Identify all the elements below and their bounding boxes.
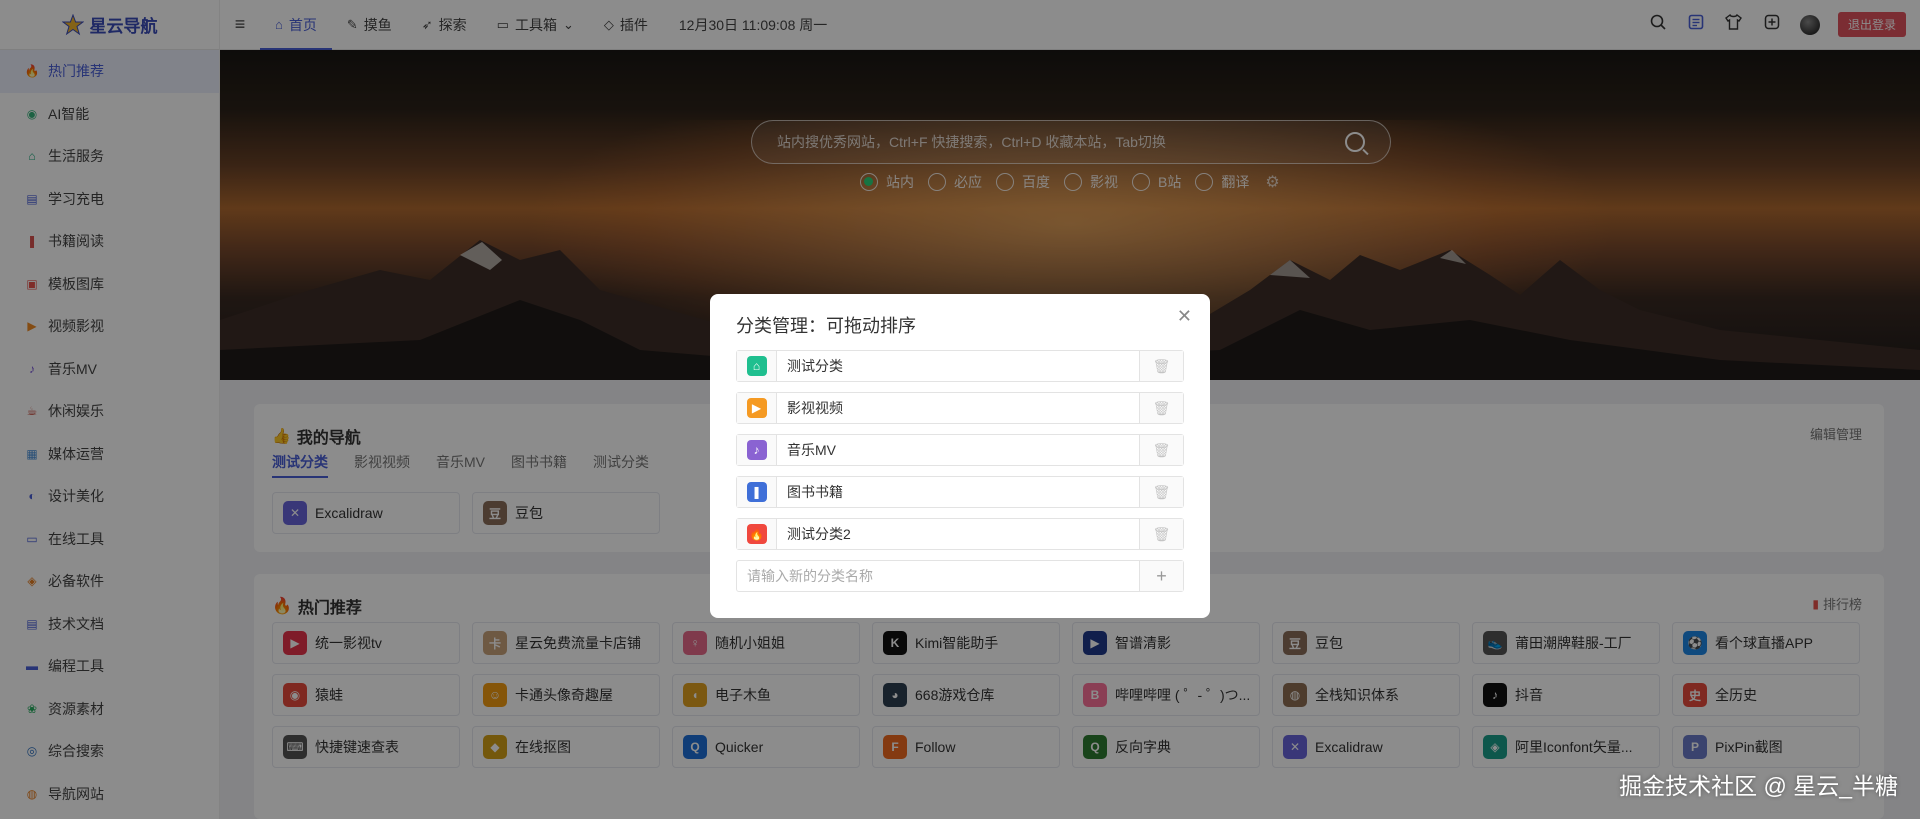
book-icon: ❚ <box>746 482 767 502</box>
dialog-title: 分类管理：可拖动排序 <box>736 316 916 336</box>
add-category-button[interactable]: + <box>1139 561 1183 591</box>
category-row[interactable]: ⌂ 测试分类 🗑 <box>736 350 1184 382</box>
fire-icon: 🔥 <box>746 524 767 544</box>
category-name[interactable]: 图书书籍 <box>777 477 1139 507</box>
category-manager-dialog: 分类管理：可拖动排序 ✕ ⌂ 测试分类 🗑 ▶ 影视视频 🗑 ♪ 音乐MV 🗑 ❚ 图书书籍 🗑 🔥 测试… <box>710 294 1210 618</box>
delete-category-button[interactable]: 🗑 <box>1139 351 1183 381</box>
category-name[interactable]: 测试分类2 <box>777 519 1139 549</box>
trash-icon: 🗑 <box>1152 357 1171 374</box>
film-icon: ▶ <box>746 398 767 418</box>
category-row[interactable]: ♪ 音乐MV 🗑 <box>736 434 1184 466</box>
trash-icon: 🗑 <box>1152 441 1171 458</box>
category-name[interactable]: 影视视频 <box>777 393 1139 423</box>
category-icon-box: ❚ <box>737 477 777 507</box>
trash-icon: 🗑 <box>1152 399 1171 416</box>
close-icon[interactable]: ✕ <box>1177 306 1192 327</box>
category-icon-box: 🔥 <box>737 519 777 549</box>
house-icon: ⌂ <box>746 356 767 376</box>
new-category-input[interactable] <box>737 561 1139 591</box>
category-icon-box: ▶ <box>737 393 777 423</box>
category-icon-box: ⌂ <box>737 351 777 381</box>
delete-category-button[interactable]: 🗑 <box>1139 393 1183 423</box>
trash-icon: 🗑 <box>1152 525 1171 542</box>
delete-category-button[interactable]: 🗑 <box>1139 435 1183 465</box>
category-icon-box: ♪ <box>737 435 777 465</box>
category-row[interactable]: 🔥 测试分类2 🗑 <box>736 518 1184 550</box>
plus-icon: + <box>1156 565 1167 586</box>
category-name[interactable]: 音乐MV <box>777 435 1139 465</box>
music-note-icon: ♪ <box>746 440 767 460</box>
trash-icon: 🗑 <box>1152 483 1171 500</box>
category-list: ⌂ 测试分类 🗑 ▶ 影视视频 🗑 ♪ 音乐MV 🗑 ❚ 图书书籍 🗑 🔥 测试分类2 🗑 + <box>736 350 1184 592</box>
delete-category-button[interactable]: 🗑 <box>1139 477 1183 507</box>
category-row[interactable]: ❚ 图书书籍 🗑 <box>736 476 1184 508</box>
category-row[interactable]: ▶ 影视视频 🗑 <box>736 392 1184 424</box>
delete-category-button[interactable]: 🗑 <box>1139 519 1183 549</box>
new-category-row: + <box>736 560 1184 592</box>
category-name[interactable]: 测试分类 <box>777 351 1139 381</box>
watermark: 掘金技术社区 @ 星云_半糖 <box>1619 773 1898 799</box>
